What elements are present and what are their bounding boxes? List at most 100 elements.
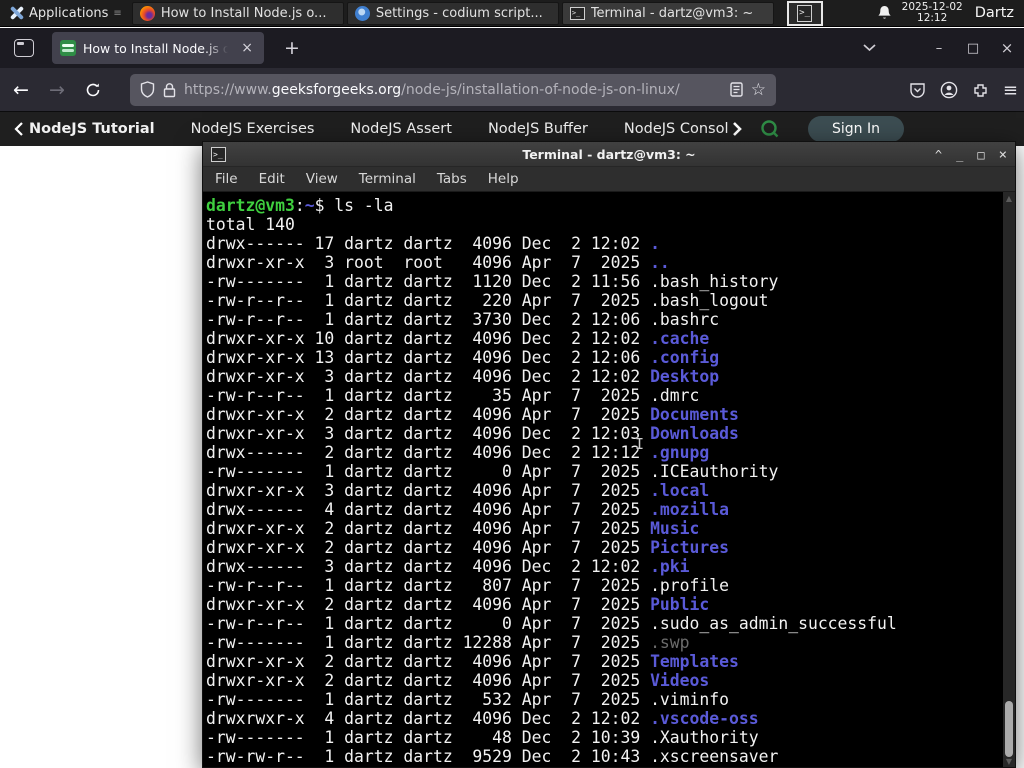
terminal-line: drwxr-xr-x 3 dartz dartz 4096 Apr 7 2025… bbox=[206, 481, 710, 500]
site-nav-link[interactable]: NodeJS Exercises bbox=[191, 121, 315, 137]
firefox-icon bbox=[139, 5, 155, 21]
taskbar-window-settings[interactable]: Settings - codium script... bbox=[346, 1, 559, 25]
browser-maximize-button[interactable]: □ bbox=[956, 41, 990, 56]
firefox-tab-bar: How to Install Node.js on × + – □ × bbox=[0, 28, 1024, 68]
search-icon[interactable] bbox=[760, 119, 780, 139]
reload-button[interactable] bbox=[78, 75, 108, 105]
scroll-down-arrow-icon[interactable]: ▼ bbox=[1005, 757, 1013, 766]
terminal-menu-edit[interactable]: Edit bbox=[259, 171, 285, 187]
terminal-line: drwxr-xr-x 2 dartz dartz 4096 Apr 7 2025… bbox=[206, 595, 710, 614]
terminal-line: -rw------- 1 dartz dartz 532 Apr 7 2025 … bbox=[206, 690, 730, 709]
forward-button[interactable]: → bbox=[42, 75, 72, 105]
terminal-line: -rw------- 1 dartz dartz 48 Dec 2 10:39 … bbox=[206, 728, 759, 747]
url-text[interactable]: https://www.geeksforgeeks.org/node-js/in… bbox=[184, 82, 722, 98]
tab-close-icon[interactable]: × bbox=[238, 40, 256, 56]
url-path: /node-js/installation-of-node-js-on-linu… bbox=[401, 81, 680, 98]
geeksforgeeks-favicon bbox=[60, 40, 76, 56]
terminal-line: drwxr-xr-x 10 dartz dartz 4096 Dec 2 12:… bbox=[206, 329, 710, 348]
taskbar-window-firefox[interactable]: How to Install Node.js o... bbox=[131, 1, 344, 25]
terminal-total-line: total 140 bbox=[206, 215, 295, 234]
taskbar-label: How to Install Node.js o... bbox=[160, 5, 327, 21]
terminal-output: dartz@vm3:~$ ls -la total 140 drwx------ 1… bbox=[203, 192, 1015, 766]
mouse-ibeam-cursor: I bbox=[635, 435, 645, 453]
bookmark-star-icon[interactable]: ☆ bbox=[751, 80, 766, 100]
user-menu[interactable]: Dartz bbox=[975, 5, 1014, 21]
browser-tab[interactable]: How to Install Node.js on × bbox=[52, 32, 264, 64]
terminal-menu-file[interactable]: File bbox=[215, 171, 238, 187]
url-bar[interactable]: https://www.geeksforgeeks.org/node-js/in… bbox=[130, 73, 776, 106]
nav-scroll-left-icon[interactable] bbox=[14, 122, 23, 136]
top-panel: Applications ≡ How to Install Node.js o.… bbox=[0, 0, 1024, 27]
site-nav-link[interactable]: NodeJS Console bbox=[624, 121, 729, 137]
terminal-line: drwx------ 4 dartz dartz 4096 Apr 7 2025… bbox=[206, 500, 730, 519]
nav-scroll-right-icon[interactable] bbox=[733, 122, 742, 136]
terminal-line: drwx------ 3 dartz dartz 4096 Dec 2 12:0… bbox=[206, 557, 690, 576]
taskbar-window-terminal[interactable]: >_ Terminal - dartz@vm3: ~ bbox=[561, 1, 774, 25]
site-nav-link[interactable]: NodeJS Tutorial bbox=[29, 121, 155, 137]
terminal-content[interactable]: dartz@vm3:~$ ls -la total 140 drwx------ 1… bbox=[203, 192, 1015, 767]
terminal-line: -rw-r--r-- 1 dartz dartz 807 Apr 7 2025 … bbox=[206, 576, 730, 595]
taskbar-label: Settings - codium script... bbox=[375, 5, 543, 21]
clock[interactable]: 2025-12-02 12:12 bbox=[902, 2, 963, 24]
terminal-line: -rw------- 1 dartz dartz 12288 Apr 7 202… bbox=[206, 633, 690, 652]
applications-menu-button[interactable]: Applications ≡ bbox=[0, 0, 129, 26]
lock-icon[interactable] bbox=[163, 82, 176, 98]
browser-close-button[interactable]: × bbox=[990, 39, 1024, 57]
pocket-icon[interactable] bbox=[909, 82, 926, 99]
terminal-scrollbar[interactable]: ▲ ▼ bbox=[1003, 192, 1015, 767]
terminal-close-button[interactable]: × bbox=[999, 148, 1007, 162]
terminal-menu-terminal[interactable]: Terminal bbox=[359, 171, 416, 187]
terminal-titlebar[interactable]: >_ Terminal - dartz@vm3: ~ ^ _ □ × bbox=[203, 142, 1015, 167]
terminal-icon: >_ bbox=[211, 146, 226, 162]
toolbar-right-icons: ≡ bbox=[909, 68, 1018, 112]
back-button[interactable]: ← bbox=[6, 75, 36, 105]
reader-mode-icon[interactable] bbox=[730, 82, 743, 97]
site-nav-link[interactable]: NodeJS Buffer bbox=[488, 121, 588, 137]
terminal-line: drwx------ 17 dartz dartz 4096 Dec 2 12:… bbox=[206, 234, 660, 253]
terminal-window: >_ Terminal - dartz@vm3: ~ ^ _ □ × File … bbox=[202, 141, 1016, 768]
terminal-line: drwxrwxr-x 4 dartz dartz 4096 Dec 2 12:0… bbox=[206, 709, 759, 728]
new-tab-button[interactable]: + bbox=[278, 37, 306, 59]
terminal-menu-tabs[interactable]: Tabs bbox=[437, 171, 467, 187]
applications-label: Applications bbox=[29, 5, 109, 21]
clock-time: 12:12 bbox=[917, 12, 948, 24]
terminal-line: drwxr-xr-x 2 dartz dartz 4096 Apr 7 2025… bbox=[206, 519, 700, 538]
terminal-line: drwxr-xr-x 3 dartz dartz 4096 Dec 2 12:0… bbox=[206, 367, 720, 386]
terminal-line: -rw------- 1 dartz dartz 1120 Dec 2 11:5… bbox=[206, 272, 779, 291]
xubuntu-logo-icon bbox=[8, 6, 24, 20]
terminal-title: Terminal - dartz@vm3: ~ bbox=[522, 146, 696, 162]
account-icon[interactable] bbox=[940, 81, 958, 99]
notification-bell-icon[interactable] bbox=[877, 5, 892, 21]
terminal-line: drwx------ 2 dartz dartz 4096 Dec 2 12:1… bbox=[206, 443, 710, 462]
sign-in-button[interactable]: Sign In bbox=[808, 116, 904, 142]
terminal-line: -rw-r--r-- 1 dartz dartz 0 Apr 7 2025 .s… bbox=[206, 614, 897, 633]
site-nav-link[interactable]: NodeJS Assert bbox=[350, 121, 452, 137]
tab-title: How to Install Node.js on bbox=[83, 40, 232, 56]
terminal-launcher-button[interactable]: >_ bbox=[786, 0, 823, 26]
extensions-icon[interactable] bbox=[972, 82, 989, 99]
scroll-up-arrow-icon[interactable]: ▲ bbox=[1005, 194, 1013, 203]
terminal-maximize-button[interactable]: □ bbox=[977, 149, 984, 161]
app-menu-icon[interactable]: ≡ bbox=[1003, 80, 1018, 101]
terminal-line: drwxr-xr-x 3 root root 4096 Apr 7 2025 .… bbox=[206, 253, 670, 272]
browser-minimize-button[interactable]: – bbox=[922, 41, 956, 56]
terminal-line: drwxr-xr-x 2 dartz dartz 4096 Apr 7 2025… bbox=[206, 538, 730, 557]
terminal-scrollbar-thumb[interactable] bbox=[1005, 701, 1013, 757]
url-domain: geeksforgeeks.org bbox=[271, 81, 402, 98]
terminal-menubar: File Edit View Terminal Tabs Help bbox=[203, 167, 1015, 192]
list-all-tabs-chevron-icon[interactable] bbox=[852, 44, 886, 52]
terminal-menu-view[interactable]: View bbox=[306, 171, 338, 187]
taskbar-label: Terminal - dartz@vm3: ~ bbox=[590, 5, 754, 21]
site-nav-items: NodeJS Tutorial NodeJS Exercises NodeJS … bbox=[29, 121, 729, 137]
firefox-view-icon[interactable] bbox=[14, 39, 34, 57]
window-controls: – □ × bbox=[852, 28, 1024, 68]
terminal-shade-button[interactable]: ^ bbox=[935, 149, 942, 161]
terminal-minimize-button[interactable]: _ bbox=[956, 149, 963, 161]
shield-icon[interactable] bbox=[140, 81, 155, 98]
codium-icon bbox=[354, 5, 370, 21]
terminal-icon: >_ bbox=[569, 6, 585, 20]
terminal-menu-help[interactable]: Help bbox=[488, 171, 519, 187]
terminal-line: -rw-r--r-- 1 dartz dartz 3730 Dec 2 12:0… bbox=[206, 310, 720, 329]
firefox-toolbar: ← → https://www.geeksforgeeks.org/node-j… bbox=[0, 68, 1024, 112]
terminal-line: drwxr-xr-x 3 dartz dartz 4096 Dec 2 12:0… bbox=[206, 424, 739, 443]
